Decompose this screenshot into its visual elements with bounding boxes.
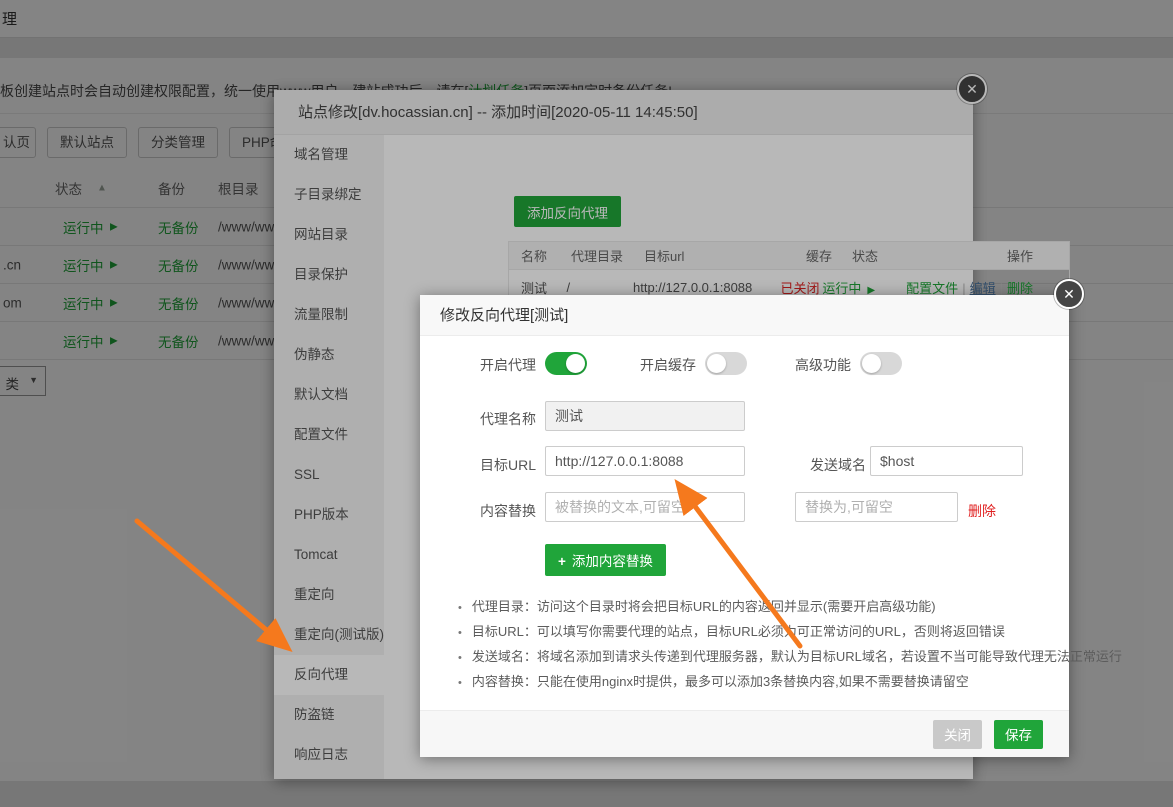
target-url-label: 目标URL: [480, 455, 536, 475]
proxy-name-field[interactable]: [545, 401, 745, 431]
note-target-url: 目标URL：可以填写你需要代理的站点，目标URL必须为可正常访问的URL，否则将…: [458, 620, 1122, 645]
close-button[interactable]: 关闭: [933, 720, 982, 749]
save-button[interactable]: 保存: [994, 720, 1043, 749]
replace-to-field[interactable]: [795, 492, 958, 522]
delete-replace-link[interactable]: 删除: [968, 501, 996, 521]
enable-proxy-toggle[interactable]: [545, 352, 587, 375]
target-url-field[interactable]: [545, 446, 745, 476]
toggle-knob: [707, 354, 726, 373]
enable-proxy-label: 开启代理: [480, 355, 536, 375]
help-notes: 代理目录：访问这个目录时将会把目标URL的内容返回并显示(需要开启高级功能) 目…: [458, 595, 1122, 695]
edit-reverse-proxy-title: 修改反向代理[测试]: [420, 295, 1069, 336]
toggle-knob: [566, 354, 585, 373]
add-content-replace-button[interactable]: + 添加内容替换: [545, 544, 666, 576]
replace-from-field[interactable]: [545, 492, 745, 522]
advanced-feature-label: 高级功能: [795, 355, 851, 375]
enable-cache-toggle[interactable]: [705, 352, 747, 375]
note-proxy-dir: 代理目录：访问这个目录时将会把目标URL的内容返回并显示(需要开启高级功能): [458, 595, 1122, 620]
add-content-replace-label: 添加内容替换: [572, 554, 653, 569]
close-icon[interactable]: ✕: [1054, 279, 1084, 309]
plus-icon: +: [558, 554, 566, 569]
modal-footer: 关闭 保存: [420, 710, 1069, 757]
content-replace-label: 内容替换: [480, 501, 536, 521]
proxy-name-label: 代理名称: [480, 409, 536, 429]
enable-cache-label: 开启缓存: [640, 355, 696, 375]
toggle-knob: [862, 354, 881, 373]
send-domain-field[interactable]: [870, 446, 1023, 476]
edit-reverse-proxy-modal: 修改反向代理[测试] ✕ 开启代理 开启缓存 高级功能 代理名称 目标URL 发…: [420, 295, 1069, 757]
note-content-replace: 内容替换：只能在使用nginx时提供，最多可以添加3条替换内容,如果不需要替换请…: [458, 670, 1122, 695]
note-send-domain: 发送域名：将域名添加到请求头传递到代理服务器，默认为目标URL域名，若设置不当可…: [458, 645, 1122, 670]
send-domain-label: 发送域名: [810, 455, 866, 475]
advanced-feature-toggle[interactable]: [860, 352, 902, 375]
